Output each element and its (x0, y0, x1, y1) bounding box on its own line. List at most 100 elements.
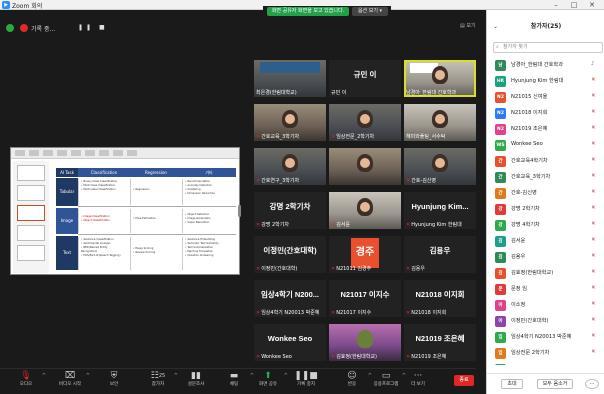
participant-search-input[interactable]: ⌕ 참가자 찾기 (493, 42, 603, 53)
participant-name: 김용우 (511, 254, 526, 260)
participant-list-item[interactable]: 간 간호교육4학기차 ✕ (487, 153, 604, 169)
chevron-down-icon[interactable]: ⌄ (493, 20, 498, 34)
tile-name: N21011 김경주 (336, 266, 372, 272)
video-tile[interactable]: ✕임상전문_2학기차 (329, 104, 401, 141)
muted-mic-icon: ✕ (591, 349, 596, 355)
close-button[interactable]: ✕ (584, 0, 600, 10)
participant-avatar: N2 (495, 108, 506, 119)
video-tile[interactable]: 경주 ✕N21011 김경주 (329, 236, 401, 273)
share-banner: 화면 공유자 화면을 보고 있습니다. 옵션 보기 ▾ (263, 6, 391, 17)
video-tile[interactable] (329, 148, 401, 185)
participant-list-item[interactable]: N2 N21019 조은혜 ✕ (487, 121, 604, 137)
video-tile[interactable]: 최은경(한림대학교) (254, 60, 326, 97)
participant-list-item[interactable]: 임 임상전문 2학기차 ✕ (487, 345, 604, 361)
participant-list-item[interactable]: N2 N21018 이지희 ✕ (487, 105, 604, 121)
video-tile[interactable]: 이정민(간호대학) ✕이정민(간호대학) (254, 236, 326, 273)
encryption-shield-icon[interactable] (6, 24, 14, 32)
tile-name: 김서윤 (336, 222, 351, 228)
mute-all-button[interactable]: 모두 음소거 (537, 379, 573, 389)
panel-more-button[interactable]: ··· (585, 379, 599, 389)
muted-mic-icon: ✕ (591, 269, 596, 275)
shared-slide: AI Task Classification Regression 기타 Tab… (10, 147, 240, 275)
participant-list-item[interactable]: 이 이정민(간호대학) ✕ (487, 313, 604, 329)
video-tile[interactable]: ✕간호연구_3학기차 (254, 148, 326, 185)
participant-list-item[interactable]: 문 문정 임 ✕ (487, 281, 604, 297)
participant-avatar: 정 (495, 364, 506, 365)
tile-display-name: Wonkee Seo (267, 334, 313, 343)
video-tile[interactable]: Wonkee Seo ✕Wonkee Seo (254, 324, 326, 361)
stop-recording-button[interactable]: ❚❚■ 기록 중지 (284, 371, 328, 393)
video-tile[interactable]: ✕간호-김신영 (404, 148, 476, 185)
muted-mic-icon: ✕ (591, 189, 596, 195)
participant-list-item[interactable]: 간 간호-김신영 ✕ (487, 185, 604, 201)
table-cell: • Sentence Embedding • Semantic Text Sim… (182, 237, 236, 270)
tile-display-name: N21019 조은혜 (415, 334, 465, 343)
more-button[interactable]: ··· 더 보기 (400, 371, 436, 393)
video-tile[interactable]: N21018 이지희 ✕N21018 이지희 (404, 280, 476, 317)
participant-list-item[interactable]: 김 김효정(한림대학교) ✕ (487, 265, 604, 281)
view-button[interactable]: ▤ 보기 (460, 22, 476, 29)
participant-list-item[interactable]: 강 강명 4학기차 ✕ (487, 217, 604, 233)
participant-list-item[interactable]: 김 김서윤 ✕ (487, 233, 604, 249)
participant-avatar: N2 (495, 92, 506, 103)
zoom-logo-icon: ▶ (2, 1, 10, 9)
participant-name: 간호교육_3학기차 (511, 174, 551, 180)
tile-display-name: 김용우 (429, 246, 451, 255)
panel-header: ⌄ 참가자(25) (487, 20, 604, 34)
participant-list-item[interactable]: HK Hyunjung Kim 한림대 ✕ (487, 73, 604, 89)
video-tile[interactable]: 규민 이 규민 이 (329, 60, 401, 97)
participant-avatar: 문 (495, 284, 506, 295)
participant-name: N21019 조은혜 (511, 126, 548, 132)
split-view-handle[interactable] (238, 205, 241, 217)
video-tile[interactable]: 강명 2학기차 ✕강명 2학기차 (254, 192, 326, 229)
participant-list-item[interactable]: N2 N21015 신여울 ✕ (487, 89, 604, 105)
invite-button[interactable]: 초대 (501, 379, 523, 389)
participant-list-item[interactable]: 이 이소정 ✕ (487, 297, 604, 313)
participant-list-item[interactable]: 강 강명 2학기차 ✕ (487, 201, 604, 217)
tile-name: N21018 이지희 (411, 310, 447, 316)
participant-name: N21018 이지희 (511, 110, 548, 116)
security-button[interactable]: ⛨ 보안 (92, 371, 136, 393)
participant-list-item[interactable]: 정정보리(한림대학교)✕ (487, 361, 604, 365)
video-tile[interactable]: 김용우 ✕김용우 (404, 236, 476, 273)
video-tile[interactable]: 임상4학기 N200... ✕임상4학기 N20013 박준혜 (254, 280, 326, 317)
video-tile[interactable]: N21019 조은혜 ✕N21019 조은혜 (404, 324, 476, 361)
video-tile[interactable]: 헤미와풀팅_서수탁 (404, 104, 476, 141)
maximize-button[interactable]: □ (566, 0, 582, 10)
muted-mic-icon: ✕ (591, 109, 596, 115)
muted-mic-icon: ✕ (331, 354, 336, 360)
end-meeting-button[interactable]: 종료 (454, 375, 474, 386)
microphone-icon: ♪ (591, 61, 595, 67)
minimize-button[interactable]: – (548, 0, 564, 10)
tile-name: 간호연구_3학기차 (261, 178, 300, 184)
tile-display-name: Hyunjung Kim... (411, 202, 469, 211)
video-tile-active-speaker[interactable]: 남경아_한림대 간호학과 (404, 60, 476, 97)
participant-name: 강명 2학기차 (511, 206, 540, 212)
video-tile[interactable]: ✕간호교육_3학기차 (254, 104, 326, 141)
muted-mic-icon: ✕ (256, 266, 261, 272)
participant-list-item[interactable]: 남 남경아_한림대 간호학과 ♪ (487, 57, 604, 73)
participant-avatar: 경주 (351, 238, 379, 268)
muted-mic-icon: ✕ (406, 266, 411, 272)
table-row-label: Tabular (56, 178, 78, 206)
video-tile[interactable]: N21017 이지수 ✕N21017 이지수 (329, 280, 401, 317)
participant-list-item[interactable]: 간 간호교육_3학기차 ✕ (487, 169, 604, 185)
tile-name: N21019 조은혜 (411, 354, 447, 360)
panel-title: 참가자(25) (530, 23, 562, 30)
view-options-button[interactable]: 옵션 보기 ▾ (352, 7, 388, 16)
participant-video-grid: 최은경(한림대학교) 규민 이 규민 이 남경아_한림대 간호학과 ✕간호교육_… (254, 60, 476, 361)
participant-list-item[interactable]: 임 임상4학기 N20013 박준혜 ✕ (487, 329, 604, 345)
muted-mic-icon: ✕ (406, 310, 411, 316)
start-video-button[interactable]: ⌧ 비디오 시작 ^ (48, 371, 92, 393)
tile-name: 김용우 (411, 266, 426, 272)
muted-mic-icon: ✕ (331, 310, 336, 316)
participant-list-item[interactable]: WS Wonkee Seo ✕ (487, 137, 604, 153)
participant-list-item[interactable]: 김 김용우 ✕ (487, 249, 604, 265)
muted-mic-icon: ✕ (591, 253, 596, 259)
mute-button[interactable]: 🎙 오디오 ^ (4, 371, 48, 393)
muted-mic-icon: ✕ (591, 285, 596, 291)
video-tile[interactable]: ✕김서윤 (329, 192, 401, 229)
recording-controls[interactable]: ❚❚ ■ (78, 24, 108, 31)
video-tile[interactable]: ✕김효정(한림대학교) (329, 324, 401, 361)
video-tile[interactable]: Hyunjung Kim... ✕Hyunjung Kim 한림대 (404, 192, 476, 229)
